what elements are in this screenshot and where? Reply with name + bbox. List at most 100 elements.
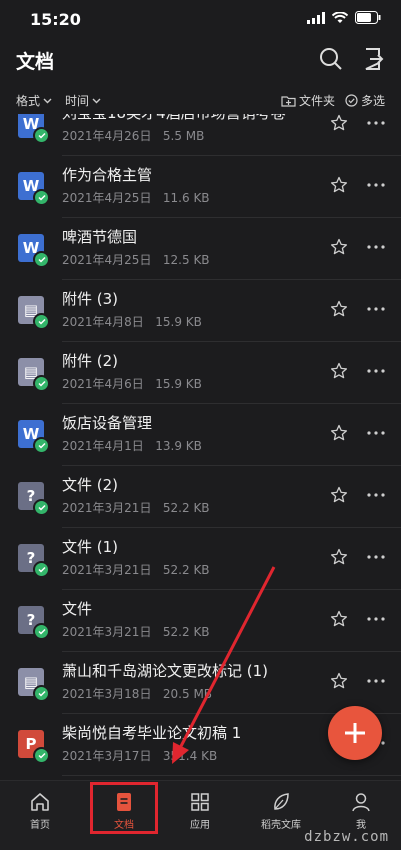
file-name: 萧山和千岛湖论文更改标记 (1) <box>62 662 269 680</box>
file-meta: 2021年4月1日 13.9 KB <box>62 437 202 454</box>
file-name: 啤酒节德国 <box>62 228 138 246</box>
tab-apps[interactable]: 应用 <box>165 789 235 837</box>
file-date: 2021年3月21日 <box>62 563 152 577</box>
file-row[interactable]: ▤ 萧山和千岛湖论文更改标记 (1) 2021年3月18日 20.5 MB <box>0 652 401 714</box>
synced-check-icon <box>33 499 50 516</box>
file-date: 2021年3月21日 <box>62 625 152 639</box>
file-row[interactable]: W 啤酒节德国 2021年4月25日 12.5 KB <box>0 218 401 280</box>
file-date: 2021年3月18日 <box>62 687 152 701</box>
status-bar: 15:20 <box>0 0 401 38</box>
more-options-icon[interactable] <box>366 362 386 380</box>
file-size: 351.4 KB <box>162 749 218 763</box>
file-meta: 2021年3月21日 52.2 KB <box>62 623 210 640</box>
file-date: 2021年4月8日 <box>62 315 144 329</box>
file-type-icon: ▤ <box>18 358 50 392</box>
file-meta: 2021年4月26日 5.5 MB <box>62 127 204 144</box>
plus-icon <box>345 723 365 743</box>
file-size: 12.5 KB <box>162 253 210 267</box>
file-meta: 2021年4月8日 15.9 KB <box>62 313 202 330</box>
format-filter-label: 格式 <box>16 94 41 108</box>
file-name: 刘宝宝18英才4酒店市场营销考卷 <box>62 114 286 123</box>
wifi-icon <box>332 11 348 23</box>
file-date: 2021年4月25日 <box>62 191 152 205</box>
more-options-icon[interactable] <box>366 548 386 566</box>
more-options-icon[interactable] <box>366 238 386 256</box>
header: 文档 <box>0 38 401 82</box>
watermark: dzbzw.com <box>304 829 389 845</box>
signal-icon <box>307 11 325 24</box>
file-meta: 2021年3月18日 20.5 MB <box>62 685 212 702</box>
file-name: 作为合格主管 <box>62 166 153 184</box>
file-row[interactable]: ? 文件 (1) 2021年3月21日 52.2 KB <box>0 528 401 590</box>
filter-bar: 格式 时间 文件夹 多选 <box>0 88 401 114</box>
status-time: 15:20 <box>30 10 81 29</box>
more-options-icon[interactable] <box>366 486 386 504</box>
file-row[interactable]: W 饭店设备管理 2021年4月1日 13.9 KB <box>0 404 401 466</box>
more-options-icon[interactable] <box>366 610 386 628</box>
star-icon[interactable] <box>330 548 348 566</box>
star-icon[interactable] <box>330 486 348 504</box>
tab-home[interactable]: 首页 <box>5 789 75 837</box>
multiselect-label: 多选 <box>361 94 386 108</box>
time-filter-label: 时间 <box>65 94 90 108</box>
file-row[interactable]: ▤ 附件 (2) 2021年4月6日 15.9 KB <box>0 342 401 404</box>
file-type-icon: ? <box>18 606 50 640</box>
more-options-icon[interactable] <box>366 176 386 194</box>
search-icon[interactable] <box>318 46 344 72</box>
synced-check-icon <box>33 437 50 454</box>
file-date: 2021年3月21日 <box>62 501 152 515</box>
new-folder-label: 文件夹 <box>299 94 336 108</box>
file-type-icon: P <box>18 730 50 764</box>
synced-check-icon <box>33 747 50 764</box>
star-icon[interactable] <box>330 300 348 318</box>
file-size: 11.6 KB <box>162 191 210 205</box>
star-icon[interactable] <box>330 610 348 628</box>
import-icon[interactable] <box>361 46 387 72</box>
file-meta: 2021年3月17日 351.4 KB <box>62 747 217 764</box>
file-date: 2021年4月26日 <box>62 129 152 143</box>
chevron-down-icon <box>92 98 101 103</box>
file-list: W 刘宝宝18英才4酒店市场营销考卷 2021年4月26日 5.5 MB W 作… <box>0 114 401 780</box>
file-name: 附件 (2) <box>62 352 119 370</box>
apps-grid-icon <box>191 793 209 811</box>
file-row[interactable]: W 刘宝宝18英才4酒店市场营销考卷 2021年4月26日 5.5 MB <box>0 114 401 156</box>
add-document-button[interactable] <box>328 706 382 760</box>
star-icon[interactable] <box>330 424 348 442</box>
tab-apps-label: 应用 <box>190 820 210 831</box>
star-icon[interactable] <box>330 362 348 380</box>
file-row[interactable]: W 作为合格主管 2021年4月25日 11.6 KB <box>0 156 401 218</box>
chevron-down-icon <box>43 98 52 103</box>
star-icon[interactable] <box>330 176 348 194</box>
file-type-icon: ▤ <box>18 296 50 330</box>
star-icon[interactable] <box>330 238 348 256</box>
file-name: 文件 (1) <box>62 538 119 556</box>
multiselect-button[interactable]: 多选 <box>345 92 385 109</box>
file-row[interactable]: ▤ 附件 (3) 2021年4月8日 15.9 KB <box>0 280 401 342</box>
new-folder-button[interactable]: 文件夹 <box>281 92 335 109</box>
file-size: 52.2 KB <box>162 501 210 515</box>
star-icon[interactable] <box>330 114 348 132</box>
file-name: 文件 (2) <box>62 476 119 494</box>
star-icon[interactable] <box>330 672 348 690</box>
file-row[interactable]: ? 文件 (2) 2021年3月21日 52.2 KB <box>0 466 401 528</box>
more-options-icon[interactable] <box>366 424 386 442</box>
file-meta: 2021年4月25日 11.6 KB <box>62 189 210 206</box>
file-row[interactable]: ? 文件 2021年3月21日 52.2 KB <box>0 590 401 652</box>
row-divider <box>62 775 401 776</box>
synced-check-icon <box>33 251 50 268</box>
file-name: 饭店设备管理 <box>62 414 153 432</box>
synced-check-icon <box>33 685 50 702</box>
file-type-icon: ▤ <box>18 668 50 702</box>
file-name: 附件 (3) <box>62 290 119 308</box>
time-filter[interactable]: 时间 <box>65 92 101 109</box>
folder-plus-icon <box>281 95 296 107</box>
format-filter[interactable]: 格式 <box>16 92 52 109</box>
more-options-icon[interactable] <box>366 300 386 318</box>
more-options-icon[interactable] <box>366 672 386 690</box>
file-date: 2021年4月1日 <box>62 439 144 453</box>
synced-check-icon <box>33 189 50 206</box>
file-size: 15.9 KB <box>155 315 202 329</box>
file-date: 2021年4月25日 <box>62 253 152 267</box>
person-icon <box>352 793 370 812</box>
more-options-icon[interactable] <box>366 114 386 132</box>
